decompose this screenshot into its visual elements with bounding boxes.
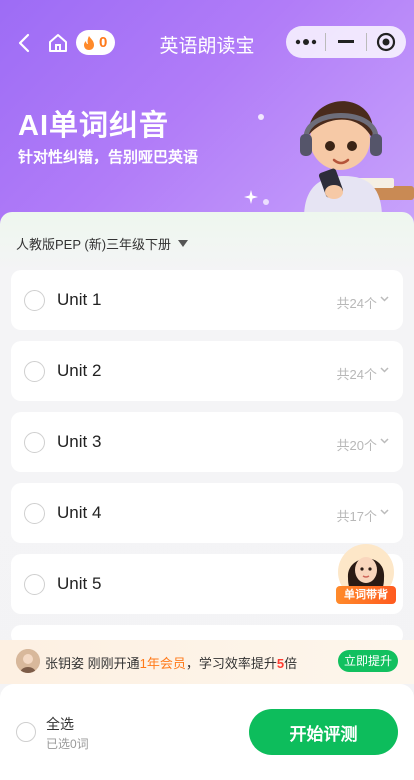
more-menu-button[interactable] bbox=[286, 26, 325, 58]
start-assessment-button[interactable]: 开始评测 bbox=[249, 709, 398, 755]
chevron-down-icon[interactable] bbox=[380, 365, 389, 374]
select-all-label[interactable]: 全选 bbox=[46, 714, 74, 734]
sparkle-icon bbox=[244, 190, 258, 204]
hero-subtitle: 针对性纠错，告别哑巴英语 bbox=[18, 149, 199, 166]
user-avatar-image bbox=[16, 649, 40, 673]
caret-down-icon bbox=[178, 240, 189, 247]
bottom-action-bar: 全选 已选0词 开始评测 bbox=[0, 684, 414, 780]
mini-program-capsule bbox=[286, 26, 406, 58]
chevron-down-icon[interactable] bbox=[380, 507, 389, 516]
unit-row[interactable]: Unit 4 共17个 bbox=[11, 483, 403, 543]
more-dots-icon bbox=[295, 39, 316, 45]
word-review-badge[interactable]: 单词带背 bbox=[336, 586, 396, 604]
unit-word-count: 共20个 bbox=[336, 438, 377, 453]
selected-count: 已选0词 bbox=[46, 737, 89, 751]
unit-name: Unit 1 bbox=[57, 290, 102, 309]
unit-row[interactable]: Unit 2 共24个 bbox=[11, 341, 403, 401]
unit-name: Unit 3 bbox=[57, 432, 102, 451]
unit-checkbox[interactable] bbox=[24, 574, 45, 595]
chevron-down-icon[interactable] bbox=[380, 294, 389, 303]
chevron-down-icon[interactable] bbox=[380, 436, 389, 445]
unit-word-count: 共24个 bbox=[336, 367, 377, 382]
close-app-button[interactable] bbox=[367, 26, 406, 58]
target-icon bbox=[377, 32, 396, 52]
unit-row[interactable]: Unit 1 共24个 bbox=[11, 270, 403, 330]
unit-checkbox[interactable] bbox=[24, 290, 45, 311]
unit-checkbox[interactable] bbox=[24, 361, 45, 382]
notice-text-1: 刚刚开通 bbox=[84, 656, 140, 671]
unit-checkbox[interactable] bbox=[24, 432, 45, 453]
navigation-bar: 0 英语朗读宝 bbox=[0, 26, 414, 60]
unit-name: Unit 2 bbox=[57, 361, 102, 380]
unit-word-count: 共17个 bbox=[336, 509, 377, 524]
membership-notice-bar: 张钥姿 刚刚开通1年会员，学习效率提升5倍 立即提升 bbox=[0, 640, 414, 684]
notice-text-3: 倍 bbox=[284, 656, 298, 671]
upgrade-now-button[interactable]: 立即提升 bbox=[337, 650, 398, 672]
minimize-button[interactable] bbox=[326, 26, 365, 58]
boy-with-headphones-illustration bbox=[300, 101, 414, 218]
hero-title: AI单词纠音 bbox=[18, 110, 170, 142]
notice-user: 张钥姿 bbox=[45, 656, 85, 671]
notice-plan: 1年会员 bbox=[139, 656, 186, 671]
select-all-checkbox[interactable] bbox=[16, 722, 36, 742]
unit-checkbox[interactable] bbox=[24, 503, 45, 524]
hero-banner: 0 英语朗读宝 AI单词纠音 针对性纠错，告别哑巴英语 bbox=[0, 0, 414, 230]
user-avatar bbox=[16, 649, 40, 673]
minus-icon bbox=[337, 40, 354, 43]
textbook-label: 人教版PEP (新)三年级下册 bbox=[16, 237, 172, 252]
unit-name: Unit 5 bbox=[57, 574, 102, 593]
unit-word-count: 共24个 bbox=[336, 296, 377, 311]
unit-name: Unit 4 bbox=[57, 503, 102, 522]
unit-row[interactable]: Unit 3 共20个 bbox=[11, 412, 403, 472]
notice-message: 张钥姿 刚刚开通1年会员，学习效率提升5倍 bbox=[45, 653, 297, 672]
notice-text-2: ，学习效率提升 bbox=[185, 656, 277, 671]
textbook-selector[interactable]: 人教版PEP (新)三年级下册 bbox=[16, 234, 189, 253]
